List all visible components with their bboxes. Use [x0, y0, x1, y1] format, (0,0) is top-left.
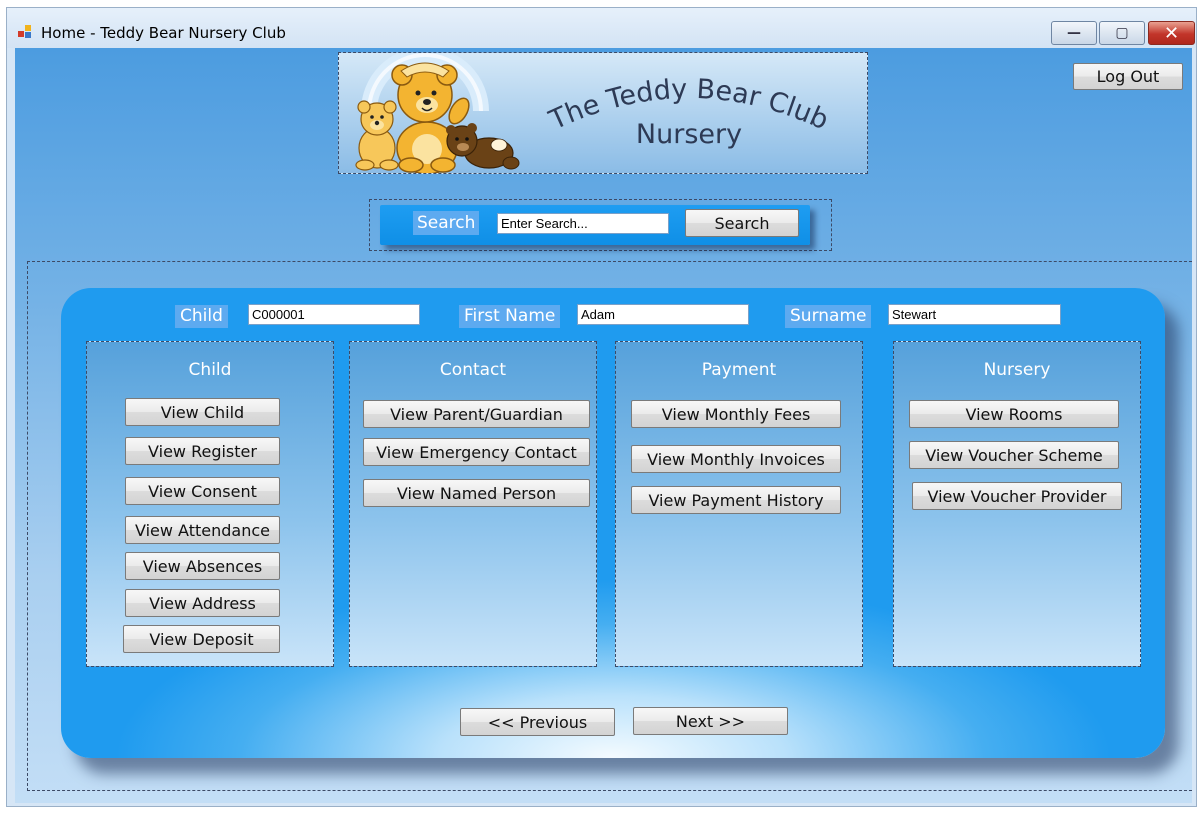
child-id-field[interactable]: C000001	[248, 304, 420, 325]
search-panel: Search Search	[380, 205, 810, 245]
view-parent-guardian-button[interactable]: View Parent/Guardian	[363, 400, 590, 428]
title-bar[interactable]: Home - Teddy Bear Nursery Club — ▢ ✕	[7, 8, 1196, 48]
small-bear-icon	[355, 100, 399, 171]
minimize-button[interactable]: —	[1051, 21, 1097, 45]
search-label: Search	[413, 211, 480, 235]
view-monthly-fees-button[interactable]: View Monthly Fees	[631, 400, 841, 428]
child-group-title: Child	[188, 360, 232, 380]
child-details-panel: Child C000001 First Name Adam Surname St…	[61, 288, 1165, 758]
view-register-button[interactable]: View Register	[125, 437, 280, 465]
form-client-area: The Teddy Bear Club Nursery Log Out Sear…	[15, 48, 1192, 803]
log-out-button[interactable]: Log Out	[1073, 63, 1183, 90]
view-monthly-invoices-button[interactable]: View Monthly Invoices	[631, 445, 841, 473]
first-name-field[interactable]: Adam	[577, 304, 749, 325]
brown-bear-icon	[446, 123, 520, 170]
contact-group: Contact View Parent/Guardian View Emerge…	[349, 341, 597, 667]
nursery-logo: The Teddy Bear Club Nursery	[338, 48, 868, 175]
view-child-button[interactable]: View Child	[125, 398, 280, 426]
view-absences-button[interactable]: View Absences	[125, 552, 280, 580]
view-payment-history-button[interactable]: View Payment History	[631, 486, 841, 514]
logo-subtitle-text: Nursery	[636, 119, 742, 150]
view-rooms-button[interactable]: View Rooms	[909, 400, 1119, 428]
nursery-group: Nursery View Rooms View Voucher Scheme V…	[893, 341, 1141, 667]
app-icon	[18, 25, 32, 39]
maximize-icon: ▢	[1115, 25, 1129, 41]
view-voucher-provider-button[interactable]: View Voucher Provider	[912, 482, 1122, 510]
child-id-label: Child	[175, 305, 228, 328]
nursery-group-title: Nursery	[983, 360, 1051, 380]
previous-button[interactable]: << Previous	[460, 708, 615, 736]
view-attendance-button[interactable]: View Attendance	[125, 516, 280, 544]
teddy-bear-logo-image: The Teddy Bear Club Nursery	[355, 48, 833, 175]
view-consent-button[interactable]: View Consent	[125, 477, 280, 505]
minimize-icon: —	[1067, 25, 1081, 41]
surname-label: Surname	[785, 305, 872, 328]
view-named-person-button[interactable]: View Named Person	[363, 479, 590, 507]
search-button[interactable]: Search	[685, 209, 799, 237]
search-input[interactable]	[497, 213, 669, 234]
payment-group-title: Payment	[701, 360, 777, 380]
view-address-button[interactable]: View Address	[125, 589, 280, 617]
contact-group-title: Contact	[439, 360, 507, 380]
first-name-label: First Name	[459, 305, 561, 328]
app-window: Home - Teddy Bear Nursery Club — ▢ ✕ The…	[6, 7, 1197, 807]
next-button[interactable]: Next >>	[633, 707, 788, 735]
payment-group: Payment View Monthly Fees View Monthly I…	[615, 341, 863, 667]
close-icon: ✕	[1163, 22, 1180, 44]
view-voucher-scheme-button[interactable]: View Voucher Scheme	[909, 441, 1119, 469]
surname-field[interactable]: Stewart	[888, 304, 1061, 325]
view-deposit-button[interactable]: View Deposit	[123, 625, 280, 653]
child-group: Child View Child View Register View Cons…	[86, 341, 334, 667]
search-container: Search Search	[369, 199, 832, 251]
maximize-button[interactable]: ▢	[1099, 21, 1145, 45]
view-emergency-contact-button[interactable]: View Emergency Contact	[363, 438, 590, 466]
window-title: Home - Teddy Bear Nursery Club	[41, 24, 286, 42]
close-button[interactable]: ✕	[1148, 21, 1195, 45]
